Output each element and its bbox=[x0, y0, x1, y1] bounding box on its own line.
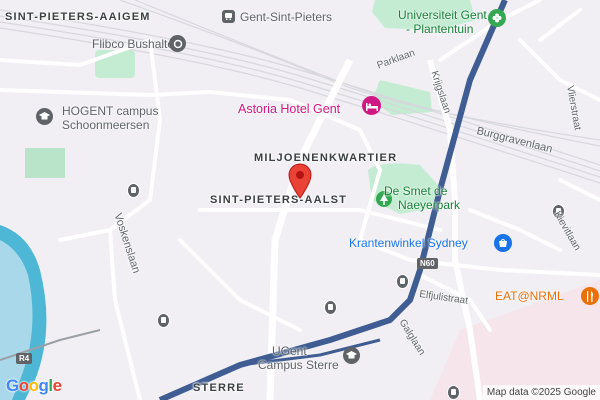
poi-label[interactable]: Gent-Sint-Pieters bbox=[240, 11, 332, 23]
school-icon[interactable] bbox=[36, 108, 53, 125]
hotel-icon[interactable] bbox=[362, 96, 381, 115]
poi-label[interactable]: Schoonmeersen bbox=[62, 119, 149, 131]
poi-label[interactable]: - Plantentuin bbox=[406, 23, 473, 35]
poi-label[interactable]: Universiteit Gent bbox=[398, 9, 487, 21]
district-label: STERRE bbox=[193, 382, 245, 394]
map-attribution[interactable]: Map data ©2025 Google bbox=[482, 385, 600, 400]
garden-icon[interactable] bbox=[488, 9, 506, 27]
poi-label[interactable]: Flibco Bushalte bbox=[92, 38, 174, 50]
route-shield: R4 bbox=[16, 353, 33, 364]
google-logo[interactable]: Google bbox=[6, 376, 62, 396]
poi-label[interactable]: Naeyerpark bbox=[398, 199, 460, 211]
bus-stop-icon[interactable] bbox=[324, 300, 337, 315]
poi-label[interactable]: Campus Sterre bbox=[258, 359, 339, 371]
poi-label[interactable]: Astoria Hotel Gent bbox=[238, 103, 340, 116]
bus-stop-icon[interactable] bbox=[169, 35, 186, 52]
bus-stop-icon[interactable] bbox=[447, 385, 460, 400]
school-icon[interactable] bbox=[343, 347, 360, 364]
poi-label[interactable]: HOGENT campus bbox=[62, 105, 158, 117]
sports-field bbox=[25, 148, 65, 178]
shopping-icon[interactable] bbox=[494, 234, 512, 252]
train-station-icon[interactable] bbox=[222, 10, 235, 23]
bus-stop-icon[interactable] bbox=[396, 274, 409, 289]
route-shield: N60 bbox=[417, 258, 438, 269]
district-label: MILJOENENKWARTIER bbox=[254, 152, 398, 164]
district-label: SINT-PIETERS-AAIGEM bbox=[5, 11, 151, 23]
district-label: SINT-PIETERS-AALST bbox=[210, 194, 348, 206]
restaurant-icon[interactable] bbox=[581, 287, 599, 305]
bus-stop-icon[interactable] bbox=[157, 313, 170, 328]
poi-label[interactable]: Krantenwinkel Sydney bbox=[349, 237, 468, 249]
bus-stop-icon[interactable] bbox=[127, 183, 140, 198]
poi-label[interactable]: EAT@NRML bbox=[495, 290, 564, 302]
map-canvas[interactable]: SINT-PIETERS-AAIGEM MILJOENENKWARTIER SI… bbox=[0, 0, 600, 400]
location-pin-icon[interactable] bbox=[287, 163, 313, 199]
poi-label[interactable]: UGent bbox=[272, 345, 307, 357]
poi-label[interactable]: De Smet de bbox=[384, 185, 447, 197]
